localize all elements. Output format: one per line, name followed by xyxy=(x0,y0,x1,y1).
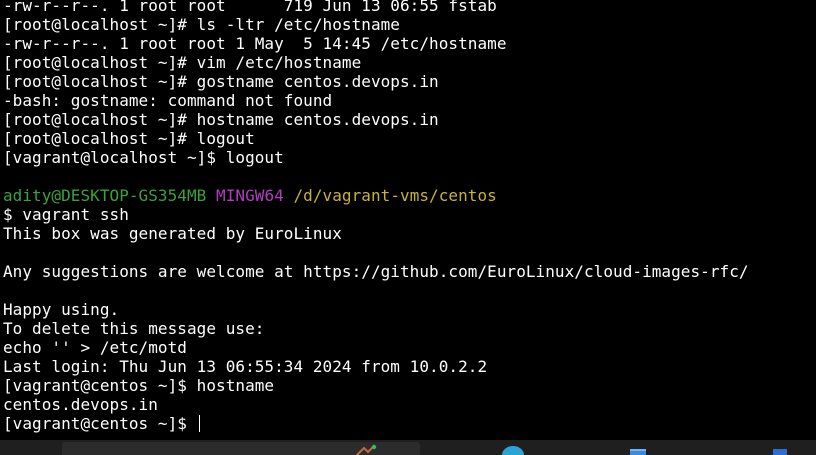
terminal-line: [vagrant@localhost ~]$ logout xyxy=(3,148,284,167)
terminal-line: [root@localhost ~]# hostname centos.devo… xyxy=(3,110,439,129)
terminal-line-text: echo '' > /etc/motd xyxy=(3,338,187,357)
terminal-line-text: [root@localhost ~]# logout xyxy=(3,129,255,148)
terminal-line: [root@localhost ~]# vim /etc/hostname xyxy=(3,53,361,72)
prompt-user-host: adity@DESKTOP-GS354MB xyxy=(3,186,207,205)
terminal-line-text: -rw-r--r--. 1 root root 719 Jun 13 06:55… xyxy=(3,0,497,15)
terminal-line-text: [root@localhost ~]# hostname centos.devo… xyxy=(3,110,439,129)
terminal-line-text: [root@localhost ~]# ls -ltr /etc/hostnam… xyxy=(3,15,400,34)
terminal-line-text: [vagrant@centos ~]$ xyxy=(3,414,197,433)
terminal-line: Any suggestions are welcome at https://g… xyxy=(3,262,749,281)
terminal-line: -bash: gostname: command not found xyxy=(3,91,332,110)
terminal-line: [vagrant@centos ~]$ hostname xyxy=(3,376,274,395)
app-icon[interactable] xyxy=(500,443,526,455)
terminal-line-text: centos.devops.in xyxy=(3,395,158,414)
terminal-line-text: -bash: gostname: command not found xyxy=(3,91,333,110)
terminal-line: echo '' > /etc/motd xyxy=(3,338,187,357)
terminal-line: $ vagrant ssh xyxy=(3,205,129,224)
terminal-line-text: [root@localhost ~]# vim /etc/hostname xyxy=(3,53,362,72)
terminal-line-text: -rw-r--r--. 1 root root 1 May 5 14:45 /e… xyxy=(3,34,507,53)
terminal-line: centos.devops.in xyxy=(3,395,158,414)
terminal-line: This box was generated by EuroLinux xyxy=(3,224,342,243)
text-cursor xyxy=(198,415,200,432)
taskbar xyxy=(0,440,816,455)
terminal-window[interactable]: -rw-r--r--. 1 root root 719 Jun 13 06:55… xyxy=(0,0,816,440)
terminal-line: To delete this message use: xyxy=(3,319,264,338)
terminal-line: Last login: Thu Jun 13 06:55:34 2024 fro… xyxy=(3,357,487,376)
terminal-line: -rw-r--r--. 1 root root 1 May 5 14:45 /e… xyxy=(3,34,507,53)
terminal-line-text: [vagrant@localhost ~]$ logout xyxy=(3,148,284,167)
prompt-separator xyxy=(284,186,294,205)
terminal-line-text: $ vagrant ssh xyxy=(3,205,129,224)
prompt-path: /d/vagrant-vms/centos xyxy=(293,186,497,205)
terminal-line-text: To delete this message use: xyxy=(3,319,265,338)
terminal-line-text: Last login: Thu Jun 13 06:55:34 2024 fro… xyxy=(3,357,488,376)
terminal-line: Happy using. xyxy=(3,300,119,319)
terminal-line: -rw-r--r--. 1 root root 719 Jun 13 06:55… xyxy=(3,0,497,15)
widget-icon[interactable] xyxy=(352,443,378,455)
app-icon[interactable] xyxy=(770,443,790,455)
app-icon[interactable] xyxy=(628,443,648,455)
prompt-separator xyxy=(206,186,216,205)
terminal-line-text: Any suggestions are welcome at https://g… xyxy=(3,262,749,281)
terminal-line: [root@localhost ~]# logout xyxy=(3,129,255,148)
prompt-environment: MINGW64 xyxy=(216,186,284,205)
terminal-line-text: [root@localhost ~]# gostname centos.devo… xyxy=(3,72,439,91)
terminal-line-text: [vagrant@centos ~]$ hostname xyxy=(3,376,275,395)
terminal-line: adity@DESKTOP-GS354MB MINGW64 /d/vagrant… xyxy=(3,186,497,205)
terminal-line: [root@localhost ~]# ls -ltr /etc/hostnam… xyxy=(3,15,400,34)
terminal-line: [root@localhost ~]# gostname centos.devo… xyxy=(3,72,439,91)
terminal-line-text: This box was generated by EuroLinux xyxy=(3,224,342,243)
terminal-input-line[interactable]: [vagrant@centos ~]$ xyxy=(3,414,200,433)
terminal-line-text: Happy using. xyxy=(3,300,120,319)
